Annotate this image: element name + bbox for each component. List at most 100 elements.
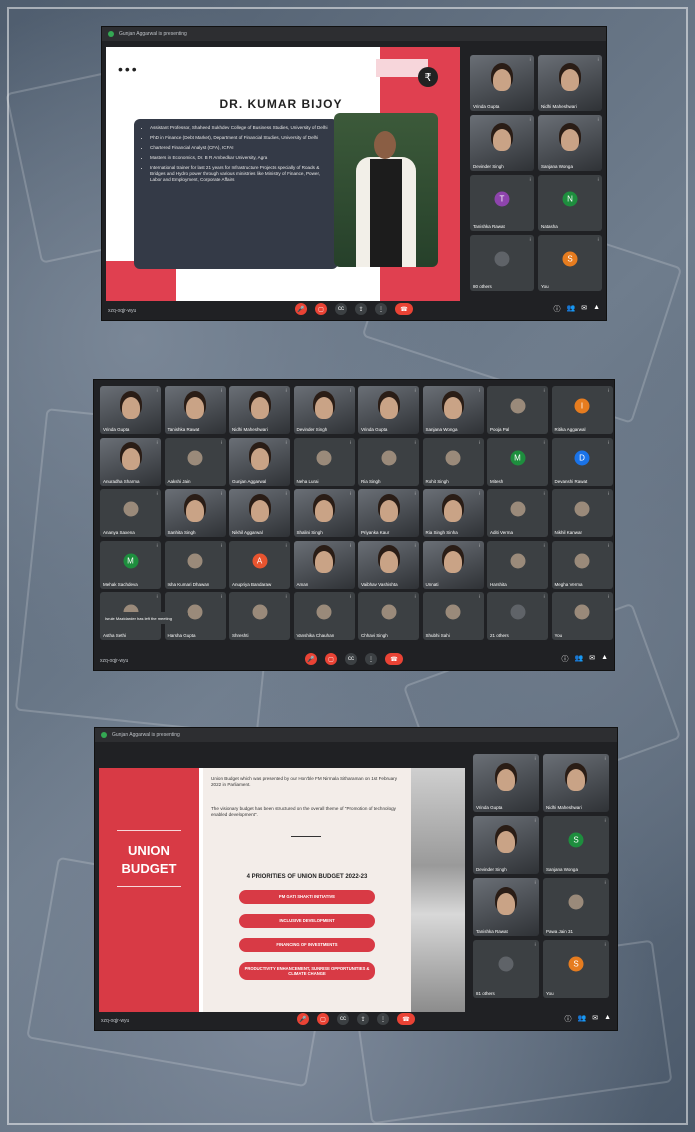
participant-tile[interactable]: ⁝ Pooja Pal (487, 386, 548, 434)
activities-icon[interactable]: ▲ (593, 304, 600, 314)
more-options-button[interactable]: ⋮ (365, 653, 377, 665)
participant-tile[interactable]: T ⁝ Tanishka Rawat (470, 175, 534, 231)
mic-muted-icon: ⁝ (543, 388, 545, 394)
people-icon[interactable]: 👥 (574, 654, 583, 664)
chat-icon[interactable]: ✉ (581, 304, 587, 314)
participant-tile[interactable]: M ⁝ Mitesh (487, 437, 548, 486)
end-call-button[interactable]: ☎ (397, 1013, 415, 1025)
participant-tile[interactable]: A ⁝ Anupriya Bandaraw (229, 540, 290, 589)
participant-video (250, 396, 269, 419)
participant-tile[interactable]: ⁝ Ria Singh Sinha (422, 489, 484, 537)
participant-name: Sanjana Wonga (541, 164, 573, 169)
participant-tile[interactable]: S ⁝ You (543, 940, 609, 998)
participant-name: Mitesh (490, 478, 504, 484)
participant-tile[interactable]: ⁝ Nikhil Kanwar (551, 489, 613, 537)
participant-tile[interactable]: ⁝ Pawa Jain 31 (543, 878, 609, 936)
participant-tile[interactable]: S ⁝ Sanjana Wonga (543, 816, 609, 874)
participant-tile[interactable]: ⁝ Vrinda Gupta (358, 386, 419, 434)
mic-off-button[interactable]: 🎤 (297, 1013, 309, 1025)
info-icon[interactable]: ⓘ (553, 304, 560, 314)
participant-tile[interactable]: ⁝ Ria Singh (358, 437, 419, 486)
participant-tile[interactable]: ⁝ Shreshti (229, 592, 290, 640)
avatar (187, 604, 203, 620)
chat-icon[interactable]: ✉ (589, 654, 595, 664)
participant-tile[interactable]: ⁝ Tanishka Rawat (164, 386, 226, 434)
present-button[interactable]: ⇪ (355, 303, 367, 315)
present-button[interactable]: ⇪ (357, 1013, 369, 1025)
participant-video (444, 551, 462, 574)
captions-button[interactable]: cc (345, 653, 357, 665)
participant-tile[interactable]: ⁝ 80 others (470, 235, 534, 291)
participant-tile[interactable]: ⁝ 81 others (473, 940, 539, 998)
participant-tile[interactable]: ⁝ Neha Lurai (293, 437, 355, 486)
participant-name: Nikhil Aggarwal (232, 530, 263, 535)
participant-tile[interactable]: ⁝ Chhavi Singh (358, 592, 419, 640)
info-icon[interactable]: ⓘ (561, 654, 568, 664)
participant-video (379, 499, 398, 522)
participant-tile[interactable]: ⁝ Sanjana Wonga (422, 386, 484, 434)
participant-tile[interactable]: ⁝ Rohit Singh (422, 437, 484, 486)
participant-tile[interactable]: ⁝ Devinder Singh (470, 115, 534, 171)
participant-tile[interactable]: ⁝ Nidhi Maheshwari (538, 55, 602, 111)
avatar (316, 604, 332, 620)
participant-tile[interactable]: ⁝ Shalini Singh (293, 489, 355, 537)
participant-name: Sanhita Singh (167, 530, 196, 535)
participant-tile[interactable]: M ⁝ Mehak Sachdeva (100, 540, 161, 589)
more-options-button[interactable]: ⋮ (377, 1013, 389, 1025)
participant-tile[interactable]: ⁝ Sanjana Wonga (538, 115, 602, 171)
end-call-button[interactable]: ☎ (385, 653, 403, 665)
participant-tile[interactable]: ⁝ Ananya Saxena (100, 489, 161, 537)
participant-tile[interactable]: I ⁝ Ritika Aggarwal (551, 386, 613, 434)
participant-tile[interactable]: ⁝ Aditi Verma (487, 489, 548, 537)
participant-tile[interactable]: ⁝ Nidhi Maheshwari (543, 754, 609, 812)
participant-tile[interactable]: D ⁝ Devanshi Rawat (551, 437, 613, 486)
camera-off-button[interactable]: ▢ (317, 1013, 329, 1025)
participant-tile[interactable]: ⁝ Vanshika Chauhan (293, 592, 355, 640)
participant-tile[interactable]: ⁝ Shubhi Sahi (422, 592, 484, 640)
captions-button[interactable]: cc (337, 1013, 349, 1025)
activities-icon[interactable]: ▲ (604, 1014, 611, 1024)
participant-tile[interactable]: ⁝ Sanhita Singh (164, 489, 226, 537)
mic-off-button[interactable]: 🎤 (295, 303, 307, 315)
participant-name: Shubhi Sahi (425, 633, 450, 638)
participant-tile[interactable]: ⁝ Vrinda Gupta (470, 55, 534, 111)
info-icon[interactable]: ⓘ (564, 1014, 571, 1024)
participant-tile[interactable]: ⁝ Vrinda Gupta (100, 386, 161, 434)
participant-tile[interactable]: ⁝ Aman (293, 540, 355, 589)
camera-off-button[interactable]: ▢ (325, 653, 337, 665)
participant-tile[interactable]: ⁝ Vaibhav Vashishta (358, 540, 419, 589)
participant-tile[interactable]: ⁝ Gunjan Aggarwal (229, 437, 290, 486)
participant-tile[interactable]: ⁝ Nidhi Maheshwari (229, 386, 290, 434)
credential-bullet: Assistant Professor, Shaheed Sukhdev Col… (150, 125, 330, 131)
participant-tile[interactable]: N ⁝ Natasha (538, 175, 602, 231)
people-icon[interactable]: 👥 (566, 304, 575, 314)
participant-tile[interactable]: ⁝ You (551, 592, 613, 640)
captions-button[interactable]: cc (335, 303, 347, 315)
participant-tile[interactable]: ⁝ Devinder Singh (293, 386, 355, 434)
people-icon[interactable]: 👥 (577, 1014, 586, 1024)
avatar (187, 553, 203, 569)
participant-video (497, 831, 515, 854)
more-options-button[interactable]: ⋮ (375, 303, 387, 315)
participant-tile[interactable]: ⁝ Priyanka Kaur (358, 489, 419, 537)
participant-video (497, 769, 515, 792)
activities-icon[interactable]: ▲ (601, 654, 608, 664)
participant-tile[interactable]: ⁝ Tanishka Rawat (473, 878, 539, 936)
mic-muted-icon: ⁝ (534, 818, 536, 824)
participant-tile[interactable]: ⁝ Anuradha Sharma (100, 437, 161, 486)
participant-tile[interactable]: ⁝ 21 others (487, 592, 548, 640)
participant-tile[interactable]: ⁝ Nikhil Aggarwal (229, 489, 290, 537)
mic-muted-icon: ⁝ (349, 491, 352, 497)
participant-tile[interactable]: S ⁝ You (538, 235, 602, 291)
participant-tile[interactable]: ⁝ Devinder Singh (473, 816, 539, 874)
participant-tile[interactable]: ⁝ Harshita (487, 540, 548, 589)
mic-off-button[interactable]: 🎤 (305, 653, 317, 665)
participant-tile[interactable]: ⁝ Aakshi Jain (164, 437, 226, 486)
end-call-button[interactable]: ☎ (395, 303, 413, 315)
participant-tile[interactable]: ⁝ Vrinda Gupta (473, 754, 539, 812)
participant-tile[interactable]: ⁝ Isha Kumari Dhawan (164, 540, 226, 589)
participant-tile[interactable]: ⁝ Unnati (422, 540, 484, 589)
participant-tile[interactable]: ⁝ Megha Verma (551, 540, 613, 589)
chat-icon[interactable]: ✉ (592, 1014, 598, 1024)
camera-off-button[interactable]: ▢ (315, 303, 327, 315)
